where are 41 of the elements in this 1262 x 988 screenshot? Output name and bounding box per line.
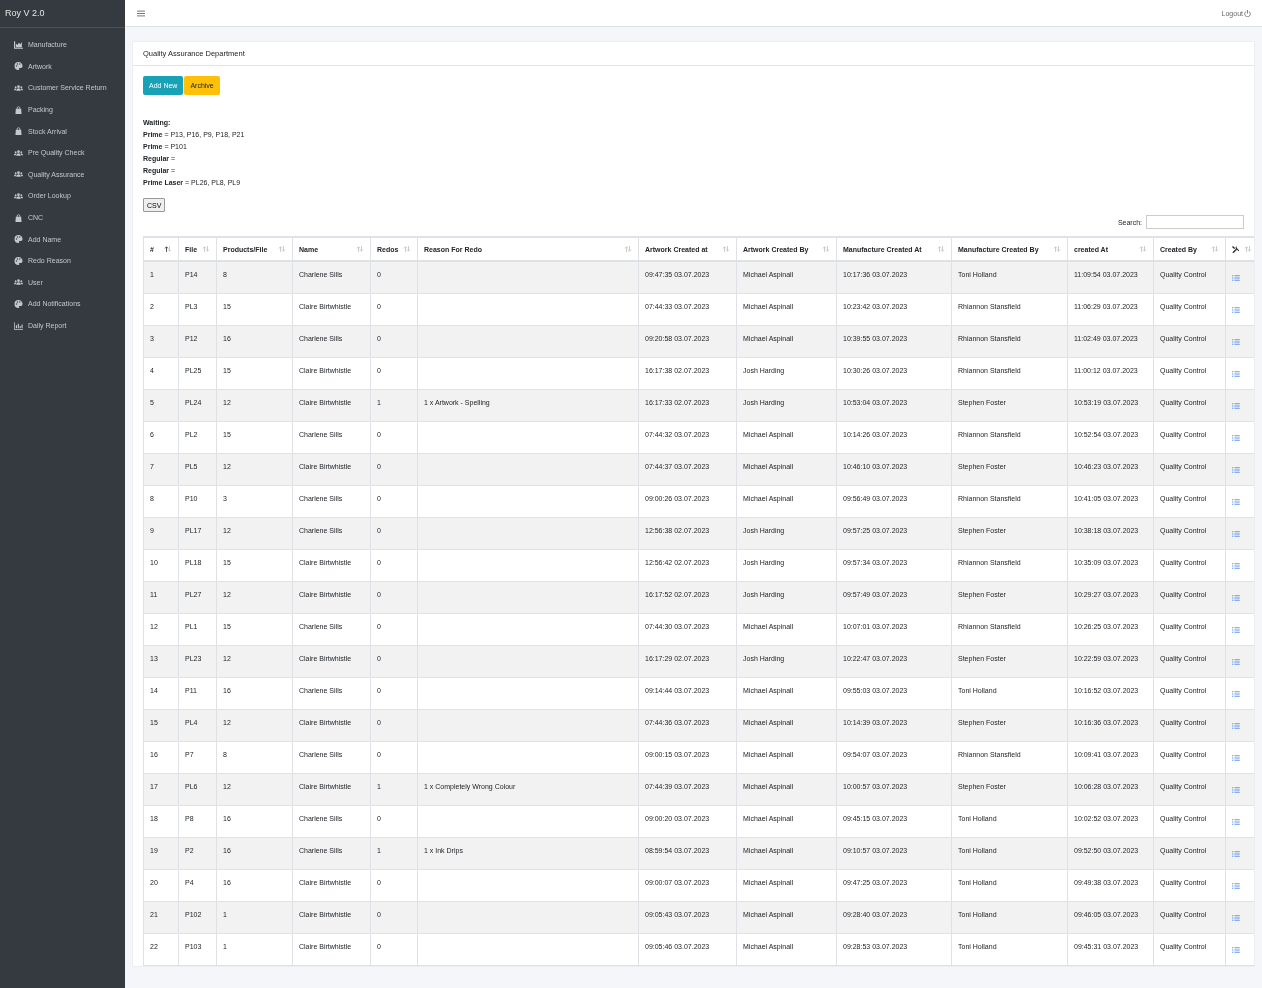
list-icon[interactable] — [1232, 498, 1240, 505]
bag-icon — [14, 213, 23, 222]
users-icon — [14, 148, 23, 157]
list-icon[interactable] — [1232, 466, 1240, 473]
power-icon[interactable] — [1244, 9, 1251, 17]
list-icon[interactable] — [1232, 850, 1240, 857]
users-icon — [14, 170, 23, 179]
list-icon[interactable] — [1232, 594, 1240, 601]
list-icon[interactable] — [1232, 754, 1240, 761]
users-icon — [14, 191, 23, 200]
list-icon[interactable] — [1232, 338, 1240, 345]
bag-icon — [14, 105, 23, 114]
palette-icon — [14, 235, 23, 244]
list-icon[interactable] — [1232, 275, 1240, 281]
palette-icon — [14, 62, 23, 71]
list-icon[interactable] — [1232, 658, 1240, 665]
list-icon[interactable] — [1232, 882, 1240, 889]
search-field[interactable] — [1146, 215, 1244, 229]
list-icon[interactable] — [1232, 306, 1240, 313]
list-icon[interactable] — [1232, 626, 1240, 633]
palette-icon — [14, 299, 23, 308]
list-icon[interactable] — [1232, 722, 1240, 729]
list-icon[interactable] — [1232, 914, 1240, 921]
list-icon[interactable] — [1232, 402, 1240, 409]
bar-chart-icon — [14, 321, 23, 330]
list-icon[interactable] — [1232, 690, 1240, 697]
list-icon[interactable] — [1232, 786, 1240, 793]
list-icon[interactable] — [1232, 434, 1240, 441]
list-icon[interactable] — [1232, 562, 1240, 569]
tools-icon — [1232, 245, 1239, 253]
list-icon[interactable] — [1232, 818, 1240, 825]
sort-icon[interactable] — [164, 246, 172, 252]
users-icon — [14, 278, 23, 287]
list-icon[interactable] — [1232, 530, 1240, 537]
chart-icon — [14, 40, 23, 49]
palette-icon — [14, 256, 23, 265]
list-icon[interactable] — [1232, 370, 1240, 377]
list-icon[interactable] — [1232, 946, 1240, 953]
users-icon — [14, 84, 23, 92]
bag-icon — [14, 127, 23, 136]
menu-icon[interactable] — [137, 9, 145, 17]
